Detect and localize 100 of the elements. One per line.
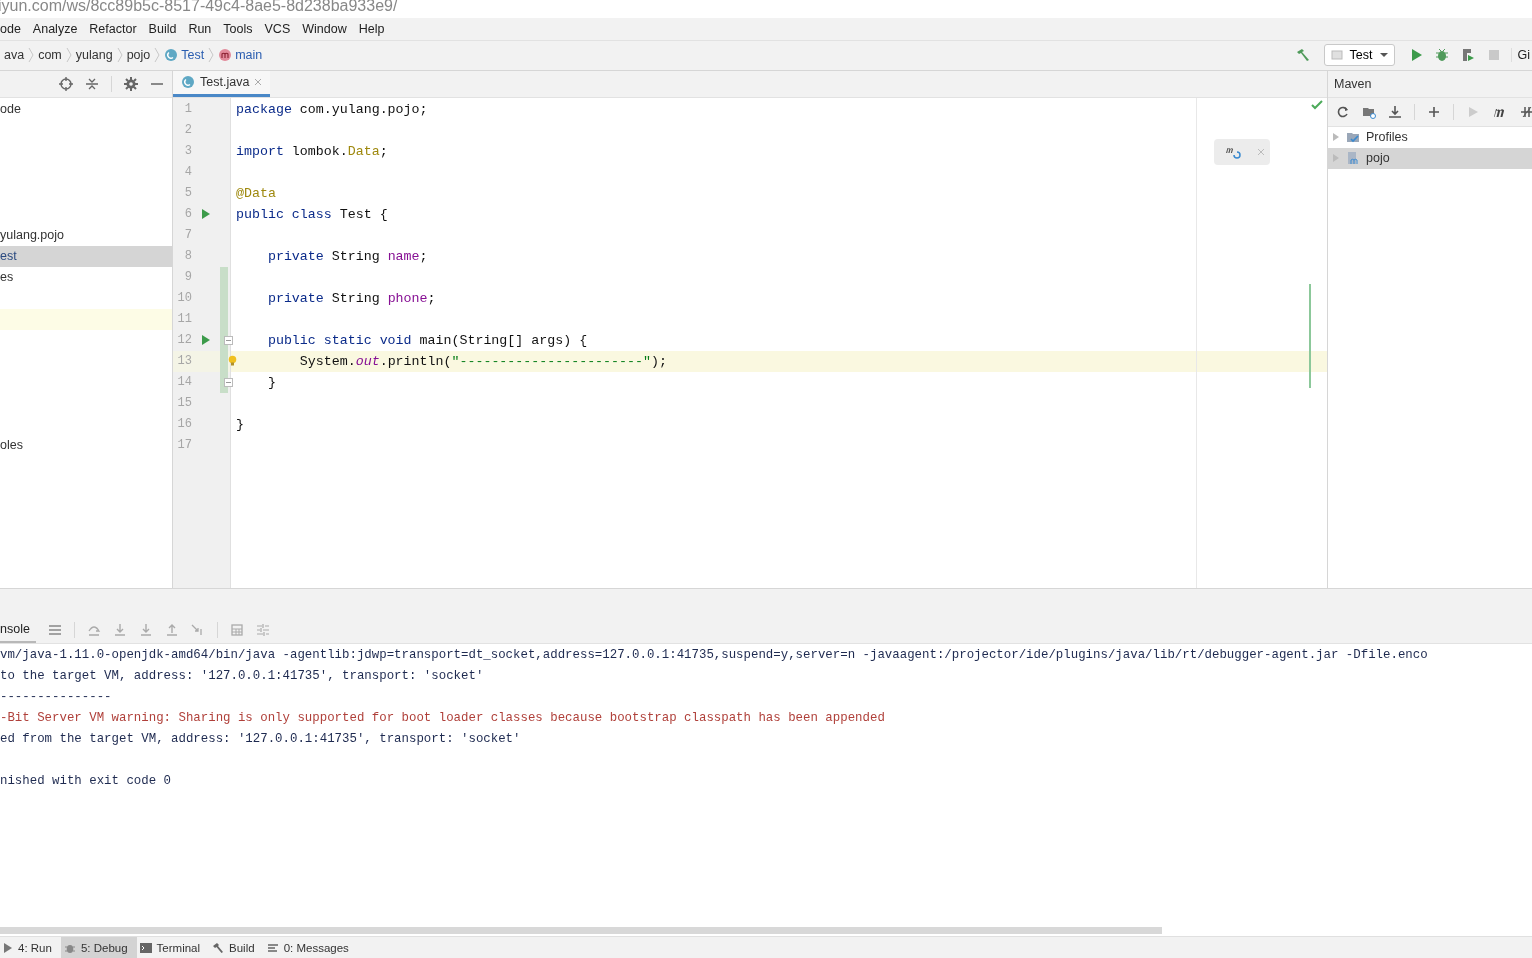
- terminal-icon: [139, 941, 152, 954]
- run-to-cursor-icon[interactable]: [190, 622, 205, 637]
- module-icon: [1346, 151, 1360, 166]
- reload-icon[interactable]: [1336, 104, 1350, 119]
- console-line: vm/java-1.11.0-openjdk-amd64/bin/java -agentlib:jdwp=transport=dt_socket,address=127.0.0.1:41735,suspend=y,server=n -javaagent:/projector/ide/plugins/java/lib/rt/debugger-agent.jar -Dfile.enco: [0, 648, 1428, 663]
- close-icon[interactable]: [254, 78, 263, 87]
- line-number: 16: [176, 417, 192, 432]
- trace-icon[interactable]: [255, 622, 270, 637]
- run-icon: [3, 942, 13, 953]
- menu-item[interactable]: ode: [0, 21, 21, 36]
- chevron-icon: [154, 47, 161, 64]
- class-icon: [181, 75, 195, 90]
- locate-icon[interactable]: [59, 76, 73, 91]
- skip-tests-icon[interactable]: [1520, 104, 1532, 119]
- tree-item[interactable]: pojo: [1328, 147, 1532, 169]
- chevron-icon: [116, 47, 123, 64]
- breadcrumb[interactable]: main: [214, 48, 267, 63]
- code-line: import lombok.Data;: [236, 143, 388, 159]
- menu-item[interactable]: Build: [148, 21, 177, 36]
- lightbulb-icon[interactable]: [228, 353, 237, 368]
- menu-icon[interactable]: [47, 622, 62, 637]
- console-line: nished with exit code 0: [0, 774, 172, 789]
- line-number: 2: [183, 123, 192, 138]
- code-line: private String name;: [266, 248, 428, 264]
- breadcrumb[interactable]: Test: [160, 48, 209, 63]
- line-number: 7: [183, 228, 192, 243]
- tree-item[interactable]: Profiles: [1328, 126, 1532, 148]
- step-out-icon[interactable]: [164, 622, 179, 637]
- line-number: 17: [176, 438, 192, 453]
- expand-arrow-icon[interactable]: [1332, 133, 1340, 142]
- console-line: ---------------: [0, 690, 112, 705]
- panel-title: Maven: [1328, 70, 1532, 98]
- menu-item[interactable]: Help: [358, 21, 385, 36]
- run-configuration-dropdown[interactable]: Test: [1323, 44, 1395, 67]
- editor-tab[interactable]: Test.java: [173, 70, 271, 97]
- tree-item[interactable]: es: [0, 266, 172, 288]
- menu-item[interactable]: Analyze: [32, 21, 78, 36]
- messages-icon: [266, 941, 279, 954]
- force-step-into-icon[interactable]: [138, 622, 153, 637]
- line-number: 9: [183, 270, 192, 285]
- code-line: }: [266, 374, 276, 390]
- download-icon[interactable]: [1388, 104, 1402, 119]
- hammer-icon: [212, 941, 225, 954]
- console-line: ed from the target VM, address: '127.0.0.1:41735', transport: 'socket': [0, 732, 521, 747]
- code-line: }: [236, 416, 244, 432]
- toolbar-label[interactable]: Gi: [1510, 48, 1530, 63]
- tool-window-button[interactable]: 4: Run: [0, 937, 61, 958]
- class-icon: [164, 48, 179, 63]
- run-icon[interactable]: [1466, 104, 1480, 119]
- menu-item[interactable]: Window: [302, 21, 347, 36]
- tree-item[interactable]: est: [0, 245, 172, 267]
- settings-icon[interactable]: [124, 76, 138, 91]
- console-tab[interactable]: nsole: [0, 616, 36, 644]
- tool-window-button[interactable]: Terminal: [136, 937, 210, 958]
- collapse-icon[interactable]: [85, 76, 99, 91]
- fold-icon[interactable]: [224, 377, 233, 387]
- breadcrumb[interactable]: yulang: [71, 48, 117, 63]
- breadcrumb[interactable]: pojo: [122, 48, 155, 63]
- menu-item[interactable]: VCS: [264, 21, 291, 36]
- menu-item[interactable]: Tools: [223, 21, 253, 36]
- close-icon[interactable]: [1256, 147, 1265, 156]
- tree-item[interactable]: ode: [0, 98, 172, 120]
- tool-window-button[interactable]: 5: Debug: [60, 937, 137, 958]
- menu-item[interactable]: Refactor: [89, 21, 137, 36]
- chevron-icon: [208, 47, 215, 64]
- line-number: 12: [176, 333, 192, 348]
- console-line: to the target VM, address: '127.0.0.1:41735', transport: 'socket': [0, 669, 484, 684]
- code-line: System.out.println("-----------------------");: [298, 353, 667, 369]
- tree-item[interactable]: oles: [0, 434, 172, 456]
- line-number: 3: [183, 144, 192, 159]
- line-number: 6: [183, 207, 192, 222]
- chevron-icon: [28, 47, 35, 64]
- folder-check-icon: [1346, 130, 1360, 145]
- tool-window-button[interactable]: Build: [209, 937, 264, 958]
- fold-icon[interactable]: [224, 335, 233, 345]
- check-icon: [1311, 99, 1323, 110]
- line-number: 14: [176, 375, 192, 390]
- code-line: private String phone;: [266, 290, 436, 306]
- code-line: package com.yulang.pojo;: [236, 101, 428, 117]
- line-number: 1: [183, 102, 192, 117]
- tree-item[interactable]: yulang.pojo: [0, 224, 172, 246]
- bug-icon[interactable]: [1433, 47, 1450, 64]
- run-gutter-icon[interactable]: [201, 209, 211, 220]
- method-icon: [218, 48, 233, 63]
- code-line: @Data: [236, 185, 276, 201]
- breadcrumb[interactable]: ava: [0, 48, 29, 63]
- chevron-icon: [65, 47, 72, 64]
- calculator-icon[interactable]: [229, 622, 244, 637]
- line-number: 4: [183, 165, 192, 180]
- code-line: public static void main(String[] args) {: [266, 332, 588, 348]
- scrollbar-thumb[interactable]: [0, 926, 1162, 934]
- step-into-icon[interactable]: [112, 622, 127, 637]
- breadcrumb[interactable]: com: [34, 48, 66, 63]
- run-gutter-icon[interactable]: [201, 335, 211, 346]
- line-number: 15: [176, 396, 192, 411]
- code-line: public class Test {: [236, 206, 388, 222]
- plus-icon[interactable]: [1427, 104, 1441, 119]
- tool-window-button[interactable]: 0: Messages: [263, 937, 358, 958]
- menu-item[interactable]: Run: [188, 21, 212, 36]
- line-number: 10: [176, 291, 192, 306]
